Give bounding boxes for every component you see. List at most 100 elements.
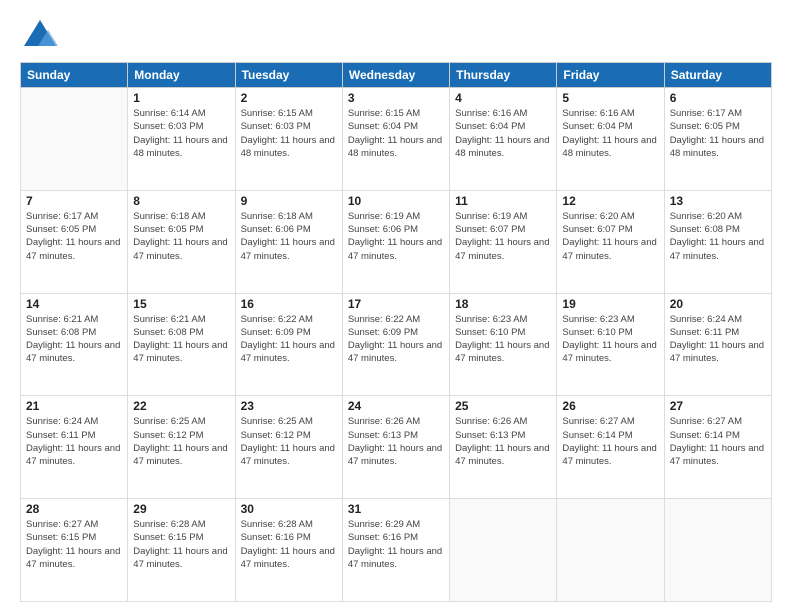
day-number: 7 xyxy=(26,194,122,208)
day-number: 20 xyxy=(670,297,766,311)
day-number: 22 xyxy=(133,399,229,413)
day-number: 4 xyxy=(455,91,551,105)
day-number: 28 xyxy=(26,502,122,516)
day-number: 5 xyxy=(562,91,658,105)
day-info: Sunrise: 6:24 AMSunset: 6:11 PMDaylight:… xyxy=(26,415,122,468)
day-number: 6 xyxy=(670,91,766,105)
day-header-sunday: Sunday xyxy=(21,63,128,88)
page: SundayMondayTuesdayWednesdayThursdayFrid… xyxy=(0,0,792,612)
calendar-week-0: 1 Sunrise: 6:14 AMSunset: 6:03 PMDaylight… xyxy=(21,88,772,191)
day-info: Sunrise: 6:19 AMSunset: 6:07 PMDaylight:… xyxy=(455,210,551,263)
day-number: 18 xyxy=(455,297,551,311)
day-number: 23 xyxy=(241,399,337,413)
calendar-table: SundayMondayTuesdayWednesdayThursdayFrid… xyxy=(20,62,772,602)
calendar-cell: 23 Sunrise: 6:25 AMSunset: 6:12 PMDayligh… xyxy=(235,396,342,499)
calendar-cell xyxy=(557,499,664,602)
day-number: 25 xyxy=(455,399,551,413)
day-header-friday: Friday xyxy=(557,63,664,88)
day-info: Sunrise: 6:28 AMSunset: 6:16 PMDaylight:… xyxy=(241,518,337,571)
day-info: Sunrise: 6:21 AMSunset: 6:08 PMDaylight:… xyxy=(133,313,229,366)
calendar-cell: 19 Sunrise: 6:23 AMSunset: 6:10 PMDayligh… xyxy=(557,293,664,396)
calendar-cell: 27Sunrise: 6:27 AMSunset: 6:14 PMDayligh… xyxy=(664,396,771,499)
calendar-cell: 29 Sunrise: 6:28 AMSunset: 6:15 PMDayligh… xyxy=(128,499,235,602)
day-info: Sunrise: 6:18 AMSunset: 6:05 PMDaylight:… xyxy=(133,210,229,263)
calendar-cell: 24Sunrise: 6:26 AMSunset: 6:13 PMDayligh… xyxy=(342,396,449,499)
calendar-cell: 3 Sunrise: 6:15 AMSunset: 6:04 PMDaylight… xyxy=(342,88,449,191)
day-number: 13 xyxy=(670,194,766,208)
calendar-cell: 22 Sunrise: 6:25 AMSunset: 6:12 PMDayligh… xyxy=(128,396,235,499)
day-number: 24 xyxy=(348,399,444,413)
day-info: Sunrise: 6:20 AMSunset: 6:08 PMDaylight:… xyxy=(670,210,766,263)
day-header-monday: Monday xyxy=(128,63,235,88)
day-info: Sunrise: 6:17 AMSunset: 6:05 PMDaylight:… xyxy=(26,210,122,263)
logo-icon xyxy=(20,16,56,52)
calendar-cell: 12 Sunrise: 6:20 AMSunset: 6:07 PMDayligh… xyxy=(557,190,664,293)
day-info: Sunrise: 6:15 AMSunset: 6:04 PMDaylight:… xyxy=(348,107,444,160)
calendar-cell: 26Sunrise: 6:27 AMSunset: 6:14 PMDayligh… xyxy=(557,396,664,499)
day-header-saturday: Saturday xyxy=(664,63,771,88)
calendar-cell: 31 Sunrise: 6:29 AMSunset: 6:16 PMDayligh… xyxy=(342,499,449,602)
day-number: 12 xyxy=(562,194,658,208)
day-info: Sunrise: 6:21 AMSunset: 6:08 PMDaylight:… xyxy=(26,313,122,366)
day-info: Sunrise: 6:29 AMSunset: 6:16 PMDaylight:… xyxy=(348,518,444,571)
day-info: Sunrise: 6:16 AMSunset: 6:04 PMDaylight:… xyxy=(455,107,551,160)
day-info: Sunrise: 6:20 AMSunset: 6:07 PMDaylight:… xyxy=(562,210,658,263)
calendar-cell: 15 Sunrise: 6:21 AMSunset: 6:08 PMDayligh… xyxy=(128,293,235,396)
day-number: 14 xyxy=(26,297,122,311)
day-info: Sunrise: 6:28 AMSunset: 6:15 PMDaylight:… xyxy=(133,518,229,571)
day-number: 17 xyxy=(348,297,444,311)
day-number: 2 xyxy=(241,91,337,105)
day-info: Sunrise: 6:25 AMSunset: 6:12 PMDaylight:… xyxy=(241,415,337,468)
day-info: Sunrise: 6:26 AMSunset: 6:13 PMDaylight:… xyxy=(455,415,551,468)
day-number: 29 xyxy=(133,502,229,516)
day-header-wednesday: Wednesday xyxy=(342,63,449,88)
logo xyxy=(20,16,60,52)
calendar-week-1: 7 Sunrise: 6:17 AMSunset: 6:05 PMDaylight… xyxy=(21,190,772,293)
day-info: Sunrise: 6:19 AMSunset: 6:06 PMDaylight:… xyxy=(348,210,444,263)
day-info: Sunrise: 6:14 AMSunset: 6:03 PMDaylight:… xyxy=(133,107,229,160)
calendar-week-3: 21 Sunrise: 6:24 AMSunset: 6:11 PMDayligh… xyxy=(21,396,772,499)
calendar-week-2: 14 Sunrise: 6:21 AMSunset: 6:08 PMDayligh… xyxy=(21,293,772,396)
calendar-cell: 4 Sunrise: 6:16 AMSunset: 6:04 PMDaylight… xyxy=(450,88,557,191)
calendar-header-row: SundayMondayTuesdayWednesdayThursdayFrid… xyxy=(21,63,772,88)
day-number: 19 xyxy=(562,297,658,311)
day-number: 26 xyxy=(562,399,658,413)
day-info: Sunrise: 6:23 AMSunset: 6:10 PMDaylight:… xyxy=(562,313,658,366)
calendar-cell xyxy=(450,499,557,602)
calendar-cell xyxy=(664,499,771,602)
day-number: 3 xyxy=(348,91,444,105)
day-info: Sunrise: 6:23 AMSunset: 6:10 PMDaylight:… xyxy=(455,313,551,366)
day-header-thursday: Thursday xyxy=(450,63,557,88)
day-info: Sunrise: 6:22 AMSunset: 6:09 PMDaylight:… xyxy=(348,313,444,366)
day-info: Sunrise: 6:17 AMSunset: 6:05 PMDaylight:… xyxy=(670,107,766,160)
calendar-cell: 16 Sunrise: 6:22 AMSunset: 6:09 PMDayligh… xyxy=(235,293,342,396)
calendar-cell: 21 Sunrise: 6:24 AMSunset: 6:11 PMDayligh… xyxy=(21,396,128,499)
calendar-cell: 8 Sunrise: 6:18 AMSunset: 6:05 PMDaylight… xyxy=(128,190,235,293)
day-info: Sunrise: 6:25 AMSunset: 6:12 PMDaylight:… xyxy=(133,415,229,468)
calendar-cell: 7 Sunrise: 6:17 AMSunset: 6:05 PMDaylight… xyxy=(21,190,128,293)
calendar-cell: 1 Sunrise: 6:14 AMSunset: 6:03 PMDaylight… xyxy=(128,88,235,191)
day-number: 15 xyxy=(133,297,229,311)
day-number: 21 xyxy=(26,399,122,413)
calendar-cell: 20 Sunrise: 6:24 AMSunset: 6:11 PMDayligh… xyxy=(664,293,771,396)
calendar-cell: 30Sunrise: 6:28 AMSunset: 6:16 PMDayligh… xyxy=(235,499,342,602)
calendar-cell: 2 Sunrise: 6:15 AMSunset: 6:03 PMDaylight… xyxy=(235,88,342,191)
day-number: 16 xyxy=(241,297,337,311)
calendar-cell: 18 Sunrise: 6:23 AMSunset: 6:10 PMDayligh… xyxy=(450,293,557,396)
day-header-tuesday: Tuesday xyxy=(235,63,342,88)
day-info: Sunrise: 6:24 AMSunset: 6:11 PMDaylight:… xyxy=(670,313,766,366)
calendar-cell: 13 Sunrise: 6:20 AMSunset: 6:08 PMDayligh… xyxy=(664,190,771,293)
day-number: 27 xyxy=(670,399,766,413)
calendar-cell: 11Sunrise: 6:19 AMSunset: 6:07 PMDayligh… xyxy=(450,190,557,293)
calendar-cell: 5Sunrise: 6:16 AMSunset: 6:04 PMDaylight… xyxy=(557,88,664,191)
calendar-cell: 17 Sunrise: 6:22 AMSunset: 6:09 PMDayligh… xyxy=(342,293,449,396)
day-number: 10 xyxy=(348,194,444,208)
day-info: Sunrise: 6:22 AMSunset: 6:09 PMDaylight:… xyxy=(241,313,337,366)
calendar-cell: 14 Sunrise: 6:21 AMSunset: 6:08 PMDayligh… xyxy=(21,293,128,396)
day-info: Sunrise: 6:15 AMSunset: 6:03 PMDaylight:… xyxy=(241,107,337,160)
day-number: 1 xyxy=(133,91,229,105)
calendar-cell xyxy=(21,88,128,191)
calendar-cell: 6 Sunrise: 6:17 AMSunset: 6:05 PMDaylight… xyxy=(664,88,771,191)
day-number: 31 xyxy=(348,502,444,516)
day-number: 8 xyxy=(133,194,229,208)
